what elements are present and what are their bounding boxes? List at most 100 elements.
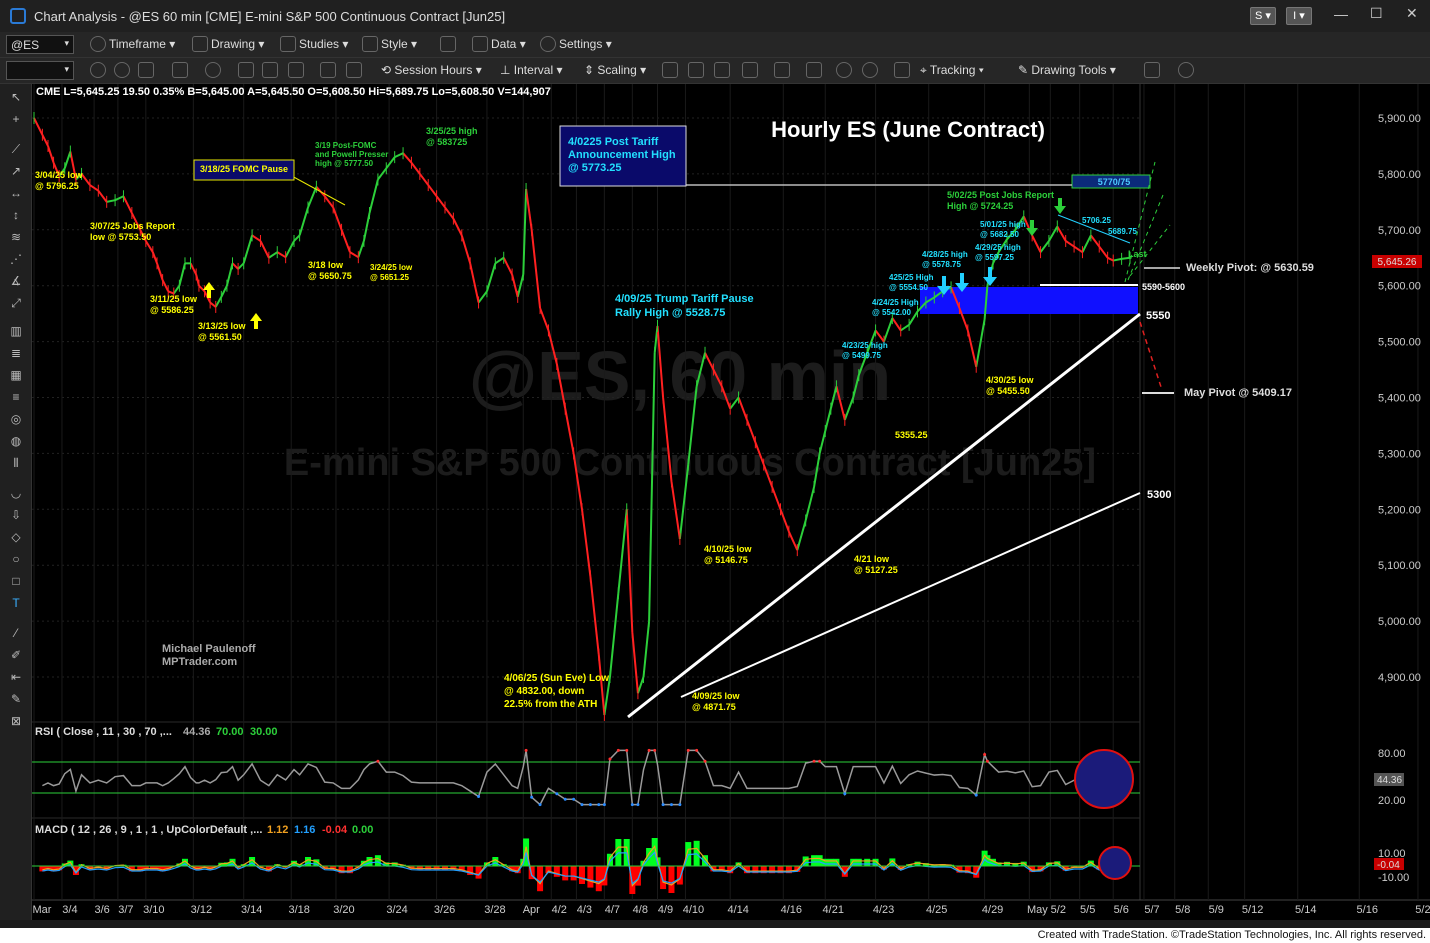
ann-text: 3/11/25 low [150,294,198,304]
annotation-3-13-low: 3/13/25 low @ 5561.50 [198,321,247,342]
ann-sub: @ 5146.75 [704,555,748,565]
rsi-overbought-mark [524,748,528,752]
rsi-oversold-mark [974,793,978,797]
rsi-oversold-mark [538,803,542,807]
rsi-tick-20: 20.00 [1378,795,1406,807]
rsi-value-axis: 44.36 [1377,775,1402,786]
macd-signal: 1.16 [294,824,315,836]
date-tick-label: 4/3 [577,904,592,916]
ann-sub: @ 583725 [426,137,467,147]
annotation-4-10-low: 4/10/25 low @ 5146.75 [704,544,753,565]
date-tick-label: 3/26 [434,904,455,916]
annotation-3-24-low: 3/24/25 low @ 5651.25 [370,263,413,282]
resistance-label: 5770/75 [1098,177,1131,187]
rsi-highlight-circle [1074,749,1134,809]
date-tick-label: 3/20 [333,904,354,916]
ann-sub: @ 5542.00 [872,308,911,317]
ann-text: 4/28/25 high [922,250,968,259]
macd-histogram-bar [562,866,569,881]
date-tick-label: 5/9 [1209,904,1224,916]
ann-sub: @ 5651.25 [370,273,409,282]
annotation-4-25-high: 425/25 High @ 5554.50 [889,273,934,292]
macd-histogram-bar [660,866,667,890]
chart-canvas[interactable]: @ES, 60 min E-mini S&P 500 Continuous Co… [0,0,1430,943]
macd-histogram-bar [811,855,818,866]
ann-text: 4/21 low [854,554,890,564]
ann-sub: @ 5650.75 [308,271,352,281]
date-tick-label: 3/18 [289,904,310,916]
chart-window: Chart Analysis - @ES 60 min [CME] E-mini… [0,0,1430,943]
date-tick-label: 4/16 [781,904,802,916]
date-tick-label: 4/21 [823,904,844,916]
ann-text: 4/10/25 low [704,544,753,554]
ann-text: 4/09/25 low [692,691,741,701]
price-tick-label: 5,200.00 [1378,504,1421,516]
last-label: Last [1128,249,1147,259]
level-5300: 5300 [1147,489,1171,501]
ann-sub: @ 5597.25 [975,253,1014,262]
date-tick-label: 4/23 [873,904,894,916]
date-tick-label: 5/2 [1051,904,1066,916]
rsi-oversold-mark [555,792,559,796]
rsi-overbought-mark [686,748,690,752]
rsi-overbought-mark [812,759,816,763]
ann-text: 5/02/25 Post Jobs Report [947,190,1054,200]
rsi-tick-80: 80.00 [1378,748,1406,760]
credit-line-1: Michael Paulenoff [162,643,256,655]
rsi-oversold-mark [563,797,567,801]
rsi-oversold-mark [843,792,847,796]
rsi-oversold-mark [588,803,592,807]
annotation-3-04-low: 3/04/25 low @ 5796.25 [35,170,84,191]
date-tick-label: 5/6 [1114,904,1129,916]
date-tick-label: Apr [523,904,540,916]
date-tick-label: 3/6 [94,904,109,916]
rsi-value: 44.36 [183,726,211,738]
date-tick-label: 5/7 [1144,904,1159,916]
rsi-oversold-mark [572,797,576,801]
ann-sub2: 22.5% from the ATH [504,699,597,710]
macd-histogram-bar [366,857,373,866]
rsi-overbought-mark [985,759,989,763]
ann-text: 3/18 low [308,260,344,270]
macd-value-axis: -0.04 [1377,860,1400,871]
rsi-overbought-mark [625,748,629,752]
ann-sub: @ 4871.75 [692,702,736,712]
date-tick-label: 5/8 [1175,904,1190,916]
date-tick-label: 3/28 [484,904,505,916]
macd-histogram-bar [855,858,862,866]
price-tick-label: 5,000.00 [1378,616,1421,628]
macd-histogram-bar [668,866,675,893]
ann-text: 3/19 Post-FOMC [315,141,377,150]
macd-histogram-bar [587,866,594,888]
ann-sub: @ 5586.25 [150,305,194,315]
footer: Created with TradeStation. ©TradeStation… [0,928,1430,943]
rsi-ob: 70.00 [216,726,244,738]
ann-sub: low @ 5753.50 [90,232,151,242]
rsi-oversold-mark [669,803,673,807]
footer-text: Created with TradeStation. ©TradeStation… [1037,929,1426,941]
macd-highlight-circle [1098,846,1132,880]
ann-sub: and Powell Presser [315,150,388,159]
macd-value: 1.12 [267,824,288,836]
macd-histogram-bar [579,866,585,884]
rsi-oversold-mark [636,803,640,807]
annotation-5706: 5706.25 [1082,216,1111,225]
price-tick-label: 5,500.00 [1378,337,1421,349]
date-tick-label: 3/12 [191,904,212,916]
watermark-line-1: @ES, 60 min [469,337,891,415]
ann-text: 4/24/25 High [872,298,919,307]
fomc-pause-label: 3/18/25 FOMC Pause [200,164,288,174]
quote-header: CME L=5,645.25 19.50 0.35% B=5,645.00 A=… [36,86,551,98]
date-tick-label: 3/7 [118,904,133,916]
price-tick-label: 5,700.00 [1378,225,1421,237]
credit-line-2: MPTrader.com [162,656,237,668]
date-tick-label: 4/10 [683,904,704,916]
date-tick-label: 5/16 [1357,904,1378,916]
ann-text: 425/25 High [889,273,934,282]
rsi-overbought-mark [818,759,822,763]
date-axis-ticks: Mar 3/4 3/6 3/7 3/10 3/12 3/14 3/18 3/20 3/24 3/26… [33,904,1430,916]
rsi-overbought-mark [616,748,620,752]
ann-sub: Rally High @ 5528.75 [615,307,725,319]
annotation-4-09-low: 4/09/25 low @ 4871.75 [692,691,741,712]
ann-sub2: high @ 5777.50 [315,159,374,168]
